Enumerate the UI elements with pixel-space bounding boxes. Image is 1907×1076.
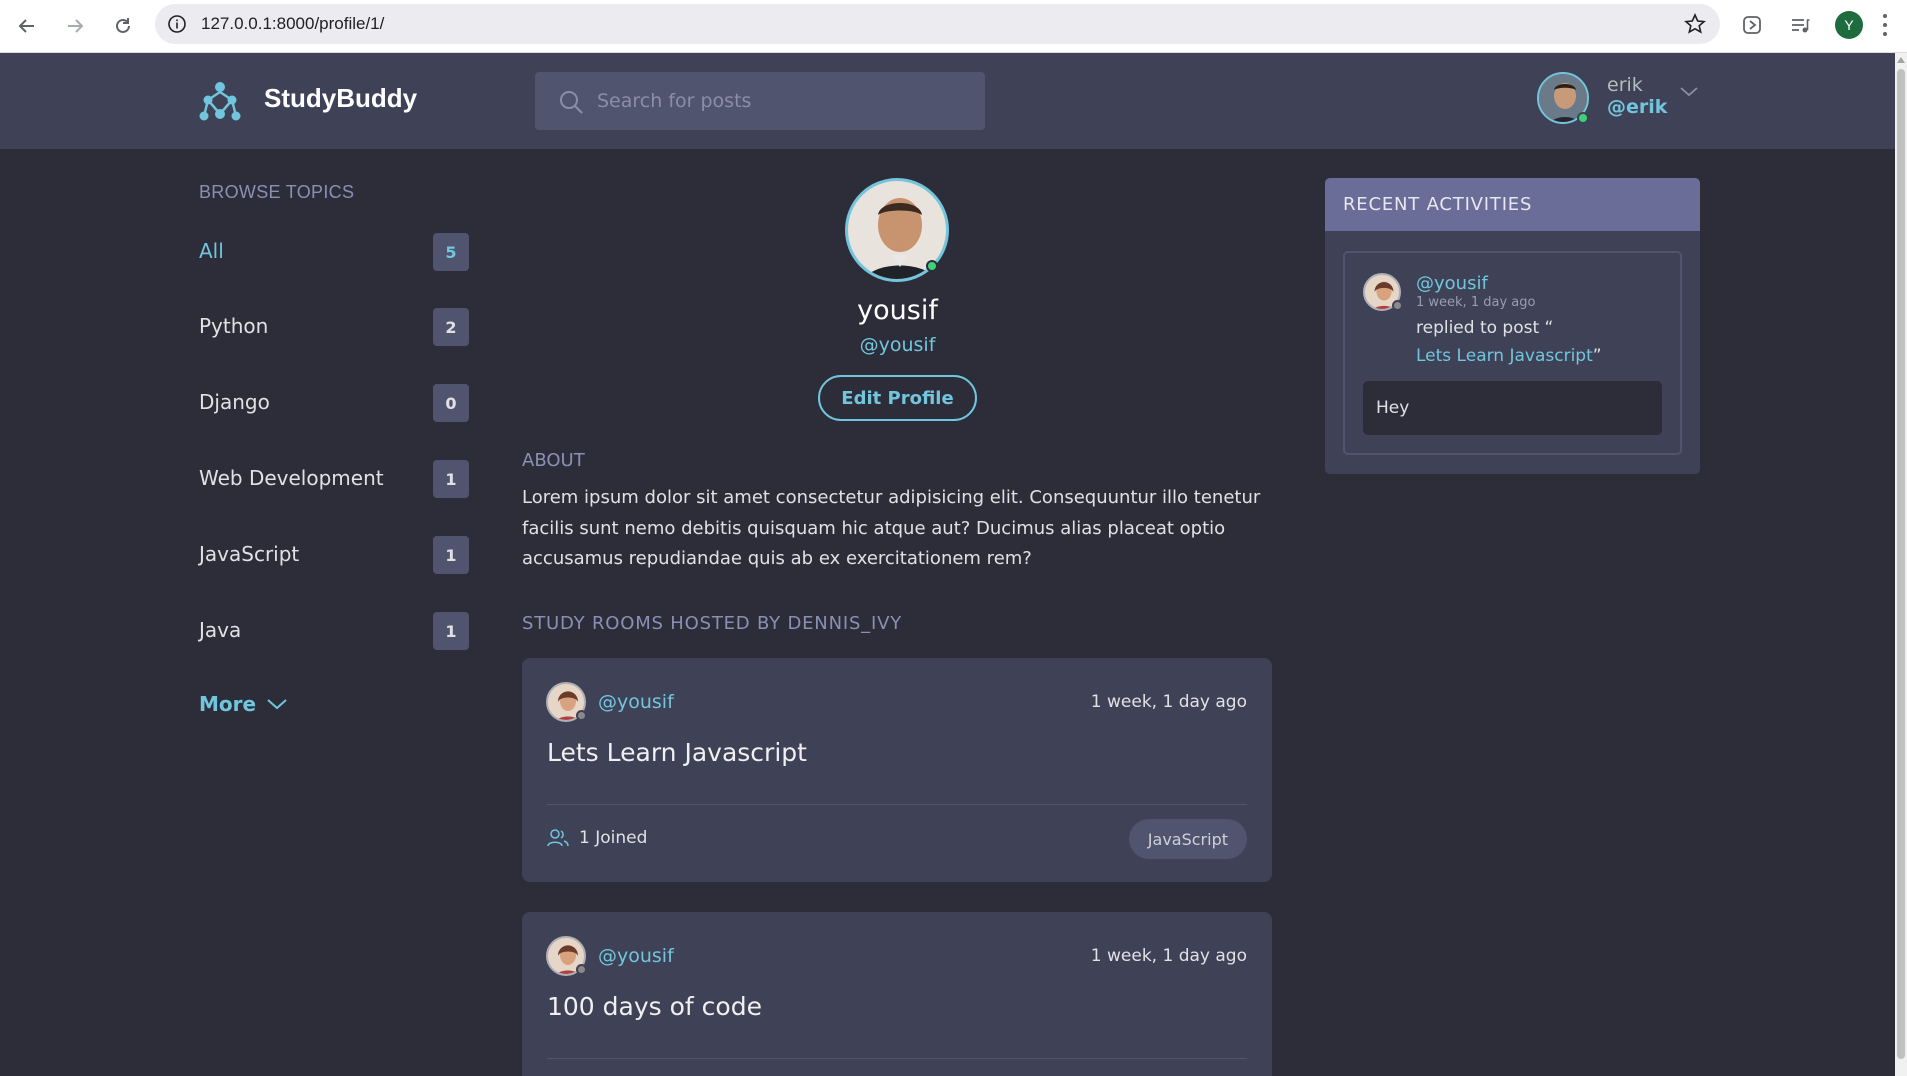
topic-count: 1: [433, 536, 469, 574]
chevron-down-icon: [267, 699, 287, 710]
forward-icon[interactable]: [60, 11, 90, 41]
activity-post-link[interactable]: Lets Learn Javascript”: [1416, 346, 1602, 366]
topic-count: 5: [433, 233, 469, 271]
site-info-icon[interactable]: [167, 14, 187, 34]
browse-topics-title: BROWSE TOPICS: [199, 182, 355, 202]
divider: [547, 1058, 1247, 1059]
reload-icon[interactable]: [108, 11, 138, 41]
topic-label: Web Development: [199, 466, 384, 490]
divider: [547, 804, 1247, 805]
topic-item-java[interactable]: Java 1: [199, 612, 469, 652]
activity-title: RECENT ACTIVITIES: [1343, 194, 1533, 215]
browser-toolbar: 127.0.0.1:8000/profile/1/ Y: [0, 0, 1907, 53]
online-indicator: [1577, 112, 1589, 124]
back-icon[interactable]: [12, 11, 42, 41]
topic-label: Java: [199, 618, 242, 642]
room-host-handle[interactable]: @yousif: [598, 691, 674, 713]
about-text: Lorem ipsum dolor sit amet consectetur a…: [522, 487, 1261, 569]
logo-text[interactable]: StudyBuddy: [264, 83, 417, 114]
activity-time: 1 week, 1 day ago: [1416, 295, 1536, 310]
scroll-up-icon[interactable]: [1897, 57, 1905, 63]
room-title[interactable]: Lets Learn Javascript: [547, 738, 807, 767]
bookmark-star-icon[interactable]: [1684, 13, 1706, 35]
status-indicator: [576, 710, 587, 721]
search-input[interactable]: [597, 72, 967, 130]
profile-handle: @yousif: [859, 334, 936, 356]
more-topics-button[interactable]: More: [199, 692, 288, 716]
topic-count: 2: [433, 308, 469, 346]
joined-count: 1 Joined: [579, 828, 648, 848]
media-control-icon[interactable]: [1786, 11, 1814, 39]
chevron-down-icon[interactable]: [1677, 82, 1701, 102]
room-participants: 1 Joined: [547, 828, 647, 848]
quote-close: ”: [1592, 346, 1602, 366]
search-box[interactable]: [535, 72, 985, 130]
edit-profile-button[interactable]: Edit Profile: [818, 375, 977, 421]
recent-activities-panel: RECENT ACTIVITIES @yousif 1 week, 1 day …: [1325, 178, 1700, 474]
activity-post-title[interactable]: Lets Learn Javascript: [1416, 346, 1593, 366]
rooms-title: STUDY ROOMS HOSTED BY DENNIS_IVY: [522, 613, 902, 634]
status-indicator: [1392, 300, 1403, 311]
room-card[interactable]: @yousif 1 week, 1 day ago 100 days of co…: [522, 912, 1272, 1076]
header-handle: @erik: [1607, 96, 1668, 118]
room-title[interactable]: 100 days of code: [547, 992, 762, 1021]
about-title: ABOUT: [522, 450, 585, 471]
page-scrollbar[interactable]: [1895, 53, 1907, 1076]
topic-item-python[interactable]: Python 2: [199, 308, 469, 348]
extension-icon[interactable]: [1738, 11, 1766, 39]
topic-count: 1: [433, 612, 469, 650]
room-topic-tag[interactable]: JavaScript: [1128, 819, 1247, 859]
browser-menu-icon[interactable]: [1880, 12, 1890, 38]
more-label: More: [199, 692, 257, 716]
user-menu[interactable]: erik @erik: [1537, 72, 1707, 128]
activity-message: Hey: [1363, 381, 1662, 435]
topic-label: All: [199, 239, 224, 263]
room-host-handle[interactable]: @yousif: [598, 945, 674, 967]
profile-name: yousif: [857, 295, 938, 326]
activity-user[interactable]: @yousif: [1416, 273, 1488, 294]
topic-count: 1: [433, 460, 469, 498]
activity-header: RECENT ACTIVITIES: [1325, 178, 1700, 231]
topic-label: JavaScript: [199, 542, 300, 566]
topic-item-django[interactable]: Django 0: [199, 384, 469, 424]
scroll-thumb[interactable]: [1897, 69, 1905, 1059]
status-indicator: [576, 964, 587, 975]
browser-profile-avatar[interactable]: Y: [1835, 11, 1863, 39]
room-time: 1 week, 1 day ago: [1090, 692, 1247, 712]
online-indicator: [926, 260, 938, 272]
users-icon: [547, 829, 569, 847]
logo-icon[interactable]: [198, 81, 242, 123]
room-time: 1 week, 1 day ago: [1090, 946, 1247, 966]
topic-count: 0: [433, 384, 469, 422]
url-text[interactable]: 127.0.0.1:8000/profile/1/: [201, 14, 384, 34]
app-header: StudyBuddy erik @erik: [0, 53, 1895, 149]
room-card[interactable]: @yousif 1 week, 1 day ago Lets Learn Jav…: [522, 658, 1272, 882]
activity-item: @yousif 1 week, 1 day ago replied to pos…: [1343, 251, 1682, 455]
topic-label: Python: [199, 314, 269, 338]
search-icon: [557, 88, 585, 116]
topic-item-javascript[interactable]: JavaScript 1: [199, 536, 469, 576]
header-username: erik: [1607, 74, 1643, 96]
topic-label: Django: [199, 390, 270, 414]
topic-item-all[interactable]: All 5: [199, 233, 469, 273]
topic-item-web-development[interactable]: Web Development 1: [199, 460, 469, 500]
activity-action: replied to post “: [1416, 318, 1554, 338]
address-bar[interactable]: 127.0.0.1:8000/profile/1/: [155, 4, 1720, 44]
